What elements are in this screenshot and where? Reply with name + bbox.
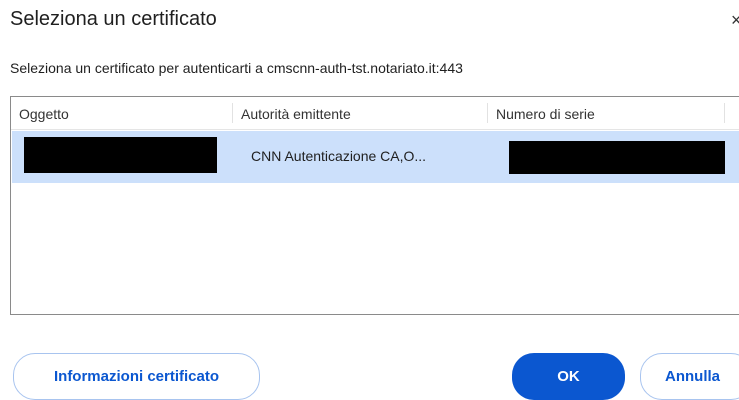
redacted-serial-cell xyxy=(509,141,725,174)
cancel-button[interactable]: Annulla xyxy=(640,353,739,400)
redacted-subject-cell xyxy=(24,137,217,173)
dialog-title: Seleziona un certificato xyxy=(10,8,217,30)
column-header-issuer[interactable]: Autorità emittente xyxy=(233,97,488,129)
certificate-info-button[interactable]: Informazioni certificato xyxy=(13,353,260,400)
certificate-table: Oggetto Autorità emittente Numero di ser… xyxy=(10,96,739,315)
ok-button[interactable]: OK xyxy=(512,353,625,400)
table-header: Oggetto Autorità emittente Numero di ser… xyxy=(11,97,739,130)
column-header-subject[interactable]: Oggetto xyxy=(11,97,233,129)
issuer-cell: CNN Autenticazione CA,O... xyxy=(251,148,427,164)
column-header-serial[interactable]: Numero di serie xyxy=(488,97,725,129)
table-row[interactable]: CNN Autenticazione CA,O... xyxy=(12,131,739,183)
dialog-subtitle: Seleziona un certificato per autenticart… xyxy=(10,60,463,76)
close-icon[interactable]: × xyxy=(731,10,739,31)
